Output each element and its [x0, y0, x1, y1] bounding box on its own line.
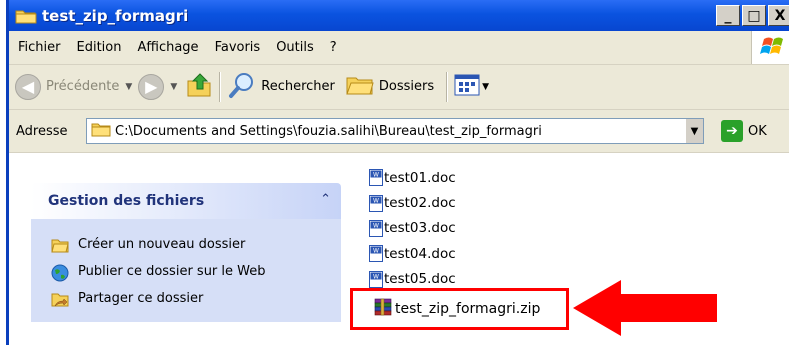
menu-help[interactable]: ?	[322, 40, 345, 55]
file-name: test03.doc	[384, 220, 456, 237]
file-list: W test01.doc W test02.doc W test03.doc W	[369, 165, 456, 292]
address-input[interactable]: C:\Documents and Settings\fouzia.salihi\…	[86, 118, 704, 144]
go-button[interactable]: ➔ OK	[721, 120, 767, 142]
menu-bar: Fichier Edition Affichage Favoris Outils…	[9, 31, 789, 65]
file-item[interactable]: W test01.doc	[369, 165, 456, 190]
file-tasks-panel: Gestion des fichiers ⌃ Créer un nouveau …	[31, 183, 341, 322]
folder-icon	[15, 8, 37, 24]
search-label: Rechercher	[261, 79, 335, 94]
windows-logo-icon	[751, 31, 789, 64]
file-name: test02.doc	[384, 195, 456, 212]
minimize-button[interactable]: _	[716, 5, 740, 26]
shared-folder-icon	[51, 291, 69, 307]
task-share-folder[interactable]: Partager ce dossier	[31, 285, 341, 312]
address-label: Adresse	[16, 123, 68, 139]
title-bar[interactable]: test_zip_formagri _ □ X	[9, 0, 789, 31]
views-icon	[454, 74, 480, 100]
up-button[interactable]	[185, 71, 213, 103]
word-doc-icon: W	[369, 245, 383, 263]
file-name: test04.doc	[384, 245, 456, 262]
maximize-button[interactable]: □	[742, 5, 766, 26]
folders-icon	[345, 72, 375, 102]
toolbar-separator	[446, 71, 449, 102]
address-bar: Adresse C:\Documents and Settings\fouzia…	[9, 110, 789, 153]
file-name: test05.doc	[384, 271, 456, 288]
window-title: test_zip_formagri	[42, 6, 189, 25]
menu-favoris[interactable]: Favoris	[207, 40, 269, 55]
file-item[interactable]: W test02.doc	[369, 190, 456, 215]
folder-up-icon	[185, 71, 213, 103]
task-publish-web-label: Publier ce dossier sur le Web	[78, 264, 266, 279]
svg-text:W: W	[373, 172, 379, 179]
folders-button[interactable]: Dossiers	[345, 72, 434, 102]
menu-fichier[interactable]: Fichier	[9, 40, 69, 55]
chevron-down-icon: ▼	[125, 81, 133, 92]
menu-affichage[interactable]: Affichage	[129, 40, 206, 55]
go-arrow-icon: ➔	[721, 120, 743, 142]
chevron-down-icon: ▼	[482, 81, 490, 92]
chevron-down-icon: ▼	[690, 125, 699, 137]
toolbar: ◀ Précédente ▼ ▶ ▼ Rechercher Dossiers ▼	[9, 64, 789, 110]
task-share-folder-label: Partager ce dossier	[78, 291, 204, 306]
address-dropdown-button[interactable]: ▼	[685, 119, 703, 143]
word-doc-icon: W	[369, 194, 383, 212]
zip-file-name: test_zip_formagri.zip	[395, 301, 541, 317]
chevron-up-icon[interactable]: ⌃	[320, 192, 331, 207]
explorer-window: test_zip_formagri _ □ X Fichier Edition …	[6, 0, 789, 345]
address-path: C:\Documents and Settings\fouzia.salihi\…	[115, 123, 542, 139]
menu-outils[interactable]: Outils	[268, 40, 322, 55]
annotation-arrow-icon	[571, 278, 719, 338]
word-doc-icon: W	[369, 270, 383, 288]
task-new-folder[interactable]: Créer un nouveau dossier	[31, 231, 341, 258]
zip-archive-icon	[373, 297, 393, 321]
globe-icon	[51, 264, 69, 281]
folder-icon	[91, 121, 111, 141]
word-doc-icon: W	[369, 169, 383, 187]
forward-button[interactable]: ▶ ▼	[138, 73, 183, 100]
task-panel-header[interactable]: Gestion des fichiers ⌃	[31, 183, 341, 219]
task-pane: Gestion des fichiers ⌃ Créer un nouveau …	[9, 153, 349, 345]
file-item[interactable]: W test03.doc	[369, 216, 456, 241]
svg-text:W: W	[373, 273, 379, 280]
svg-text:W: W	[373, 197, 379, 204]
chevron-down-icon: ▼	[170, 81, 178, 92]
search-icon	[227, 70, 257, 104]
arrow-right-icon: ▶	[138, 73, 165, 100]
toolbar-separator	[219, 71, 222, 102]
arrow-left-icon: ◀	[15, 73, 41, 100]
views-button[interactable]: ▼	[454, 74, 495, 100]
task-new-folder-label: Créer un nouveau dossier	[78, 237, 246, 252]
file-item[interactable]: W test04.doc	[369, 241, 456, 266]
zip-file-item[interactable]: test_zip_formagri.zip	[350, 288, 569, 330]
task-panel-title: Gestion des fichiers	[48, 193, 205, 209]
menu-edition[interactable]: Edition	[69, 40, 130, 55]
close-button[interactable]: X	[768, 5, 789, 26]
go-label: OK	[748, 123, 767, 139]
word-doc-icon: W	[369, 219, 383, 237]
task-panel-body: Créer un nouveau dossier Publier ce doss…	[31, 219, 341, 322]
back-label: Précédente	[46, 79, 120, 94]
new-folder-icon	[51, 237, 69, 253]
back-button[interactable]: ◀ Précédente ▼	[15, 73, 138, 100]
content-area: Gestion des fichiers ⌃ Créer un nouveau …	[9, 153, 789, 345]
svg-text:W: W	[373, 222, 379, 229]
folders-label: Dossiers	[378, 79, 435, 94]
task-publish-web[interactable]: Publier ce dossier sur le Web	[31, 258, 341, 285]
file-name: test01.doc	[384, 169, 456, 186]
svg-text:W: W	[373, 248, 379, 255]
search-button[interactable]: Rechercher	[227, 70, 335, 104]
